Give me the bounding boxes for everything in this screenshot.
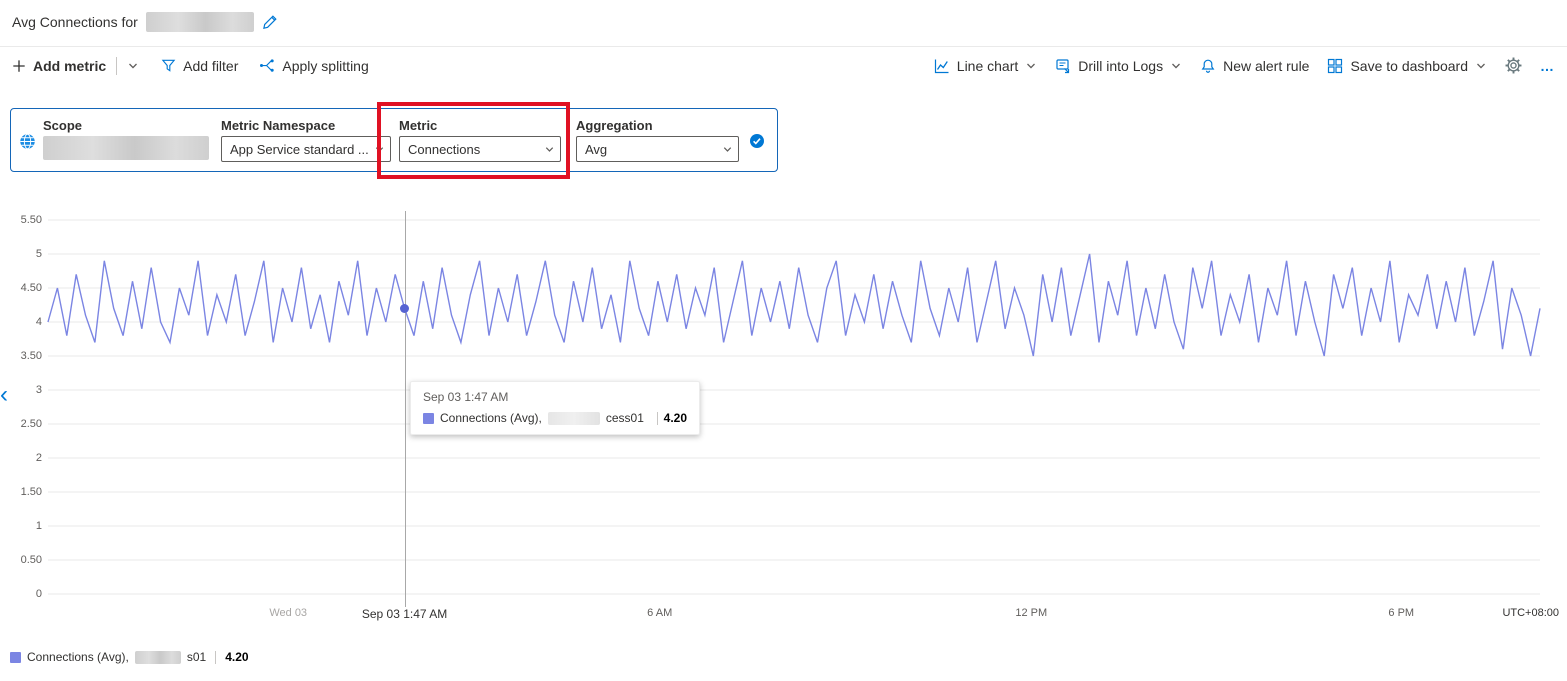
apply-splitting-button[interactable]: Apply splitting [260,58,368,74]
legend-color-swatch [10,652,21,663]
y-axis-tick: 3.50 [0,350,42,362]
scope-value-redacted[interactable] [43,136,209,160]
chart-tooltip: Sep 03 1:47 AM Connections (Avg), cess01… [410,381,700,435]
y-axis-tick: 5.50 [0,214,42,226]
legend-series-suffix: s01 [187,650,206,664]
command-bar-right: Line chart Drill into Logs New alert rul… [934,57,1555,74]
x-axis-tick: 6 AM [647,607,672,619]
check-circle-icon [749,133,765,149]
chart-type-button[interactable]: Line chart [934,58,1037,74]
y-axis-tick: 1 [0,520,42,532]
split-divider [116,57,117,75]
chevron-down-icon [374,144,385,155]
x-axis-tick: Sep 03 1:47 AM [362,607,447,621]
filter-icon [161,58,176,73]
scope-label: Scope [43,118,82,133]
y-axis-tick: 0 [0,588,42,600]
metrics-line-chart[interactable] [48,220,1540,594]
y-axis-tick: 0.50 [0,554,42,566]
dashboard-icon [1327,58,1343,74]
chevron-down-icon [1475,60,1487,72]
chevron-down-icon [1025,60,1037,72]
aggregation-value: Avg [585,142,607,157]
add-metric-label: Add metric [33,58,106,74]
apply-splitting-label: Apply splitting [282,58,368,74]
drill-into-logs-button[interactable]: Drill into Logs [1055,58,1182,74]
timezone-label: UTC+08:00 [1502,607,1559,619]
edit-title-button[interactable] [262,14,278,30]
save-to-dashboard-label: Save to dashboard [1350,58,1468,74]
ellipsis-icon: … [1540,58,1555,74]
tooltip-value-divider [657,412,658,425]
legend-series-name: Connections (Avg), [27,650,129,664]
command-bar-left: Add metric Add filter Apply splitting [12,57,369,75]
tooltip-time: Sep 03 1:47 AM [423,390,687,404]
add-metric-button[interactable]: Add metric [12,57,139,75]
splitting-icon [260,58,275,73]
metric-dropdown[interactable]: Connections [399,136,561,162]
line-chart-icon [934,58,950,74]
metric-value: Connections [408,142,480,157]
chart-type-label: Line chart [957,58,1018,74]
x-axis-tick: 12 PM [1015,607,1047,619]
title-bar: Avg Connections for [0,0,1567,44]
series-color-swatch [423,413,434,424]
metric-namespace-dropdown[interactable]: App Service standard ... [221,136,391,162]
chevron-down-icon [1170,60,1182,72]
metric-picker-panel: Scope Metric Namespace App Service stand… [10,108,778,172]
tooltip-series-name: Connections (Avg), [440,411,542,425]
alert-icon [1200,58,1216,74]
crosshair-dot [400,304,409,313]
chevron-down-icon [722,144,733,155]
aggregation-label: Aggregation [576,118,653,133]
gear-icon [1505,57,1522,74]
drill-into-logs-label: Drill into Logs [1078,58,1163,74]
new-alert-rule-label: New alert rule [1223,58,1309,74]
metric-namespace-value: App Service standard ... [230,142,369,157]
redacted-resource-name [146,12,254,32]
save-to-dashboard-button[interactable]: Save to dashboard [1327,58,1487,74]
y-axis-tick: 1.50 [0,486,42,498]
metric-namespace-label: Metric Namespace [221,118,335,133]
y-axis-tick: 5 [0,248,42,260]
plus-icon [12,59,26,73]
azure-metrics-explorer: Avg Connections for Add metric Add filte… [0,0,1567,681]
chevron-down-icon [544,144,555,155]
settings-button[interactable] [1505,57,1522,74]
tooltip-series-row: Connections (Avg), cess01 4.20 [423,411,687,425]
chevron-down-icon[interactable] [127,60,139,72]
logs-icon [1055,58,1071,74]
metric-label: Metric [399,118,437,133]
legend-value-divider [215,651,216,664]
tooltip-value: 4.20 [664,411,687,425]
x-axis-tick: 6 PM [1388,607,1414,619]
chart-area[interactable]: Sep 03 1:47 AM Connections (Avg), cess01… [0,205,1567,650]
command-bar: Add metric Add filter Apply splitting Li… [0,46,1567,84]
aggregation-dropdown[interactable]: Avg [576,136,739,162]
collapse-panel-chevron[interactable]: ‹ [0,383,8,407]
tooltip-series-suffix: cess01 [606,411,644,425]
globe-scope-icon [19,133,36,150]
legend-redacted-name [135,651,181,664]
tooltip-redacted-name [548,412,600,425]
add-filter-button[interactable]: Add filter [161,58,238,74]
y-axis-tick: 2 [0,452,42,464]
y-axis-tick: 4 [0,316,42,328]
x-axis-tick: Wed 03 [269,607,307,619]
legend-value: 4.20 [225,650,248,664]
crosshair-line [405,211,406,607]
more-button[interactable]: … [1540,58,1555,74]
y-axis-tick: 4.50 [0,282,42,294]
pencil-icon [262,14,278,30]
add-filter-label: Add filter [183,58,238,74]
new-alert-rule-button[interactable]: New alert rule [1200,58,1309,74]
legend-item[interactable]: Connections (Avg), s01 4.20 [10,650,249,664]
y-axis-tick: 2.50 [0,418,42,430]
page-title: Avg Connections for [12,14,138,30]
